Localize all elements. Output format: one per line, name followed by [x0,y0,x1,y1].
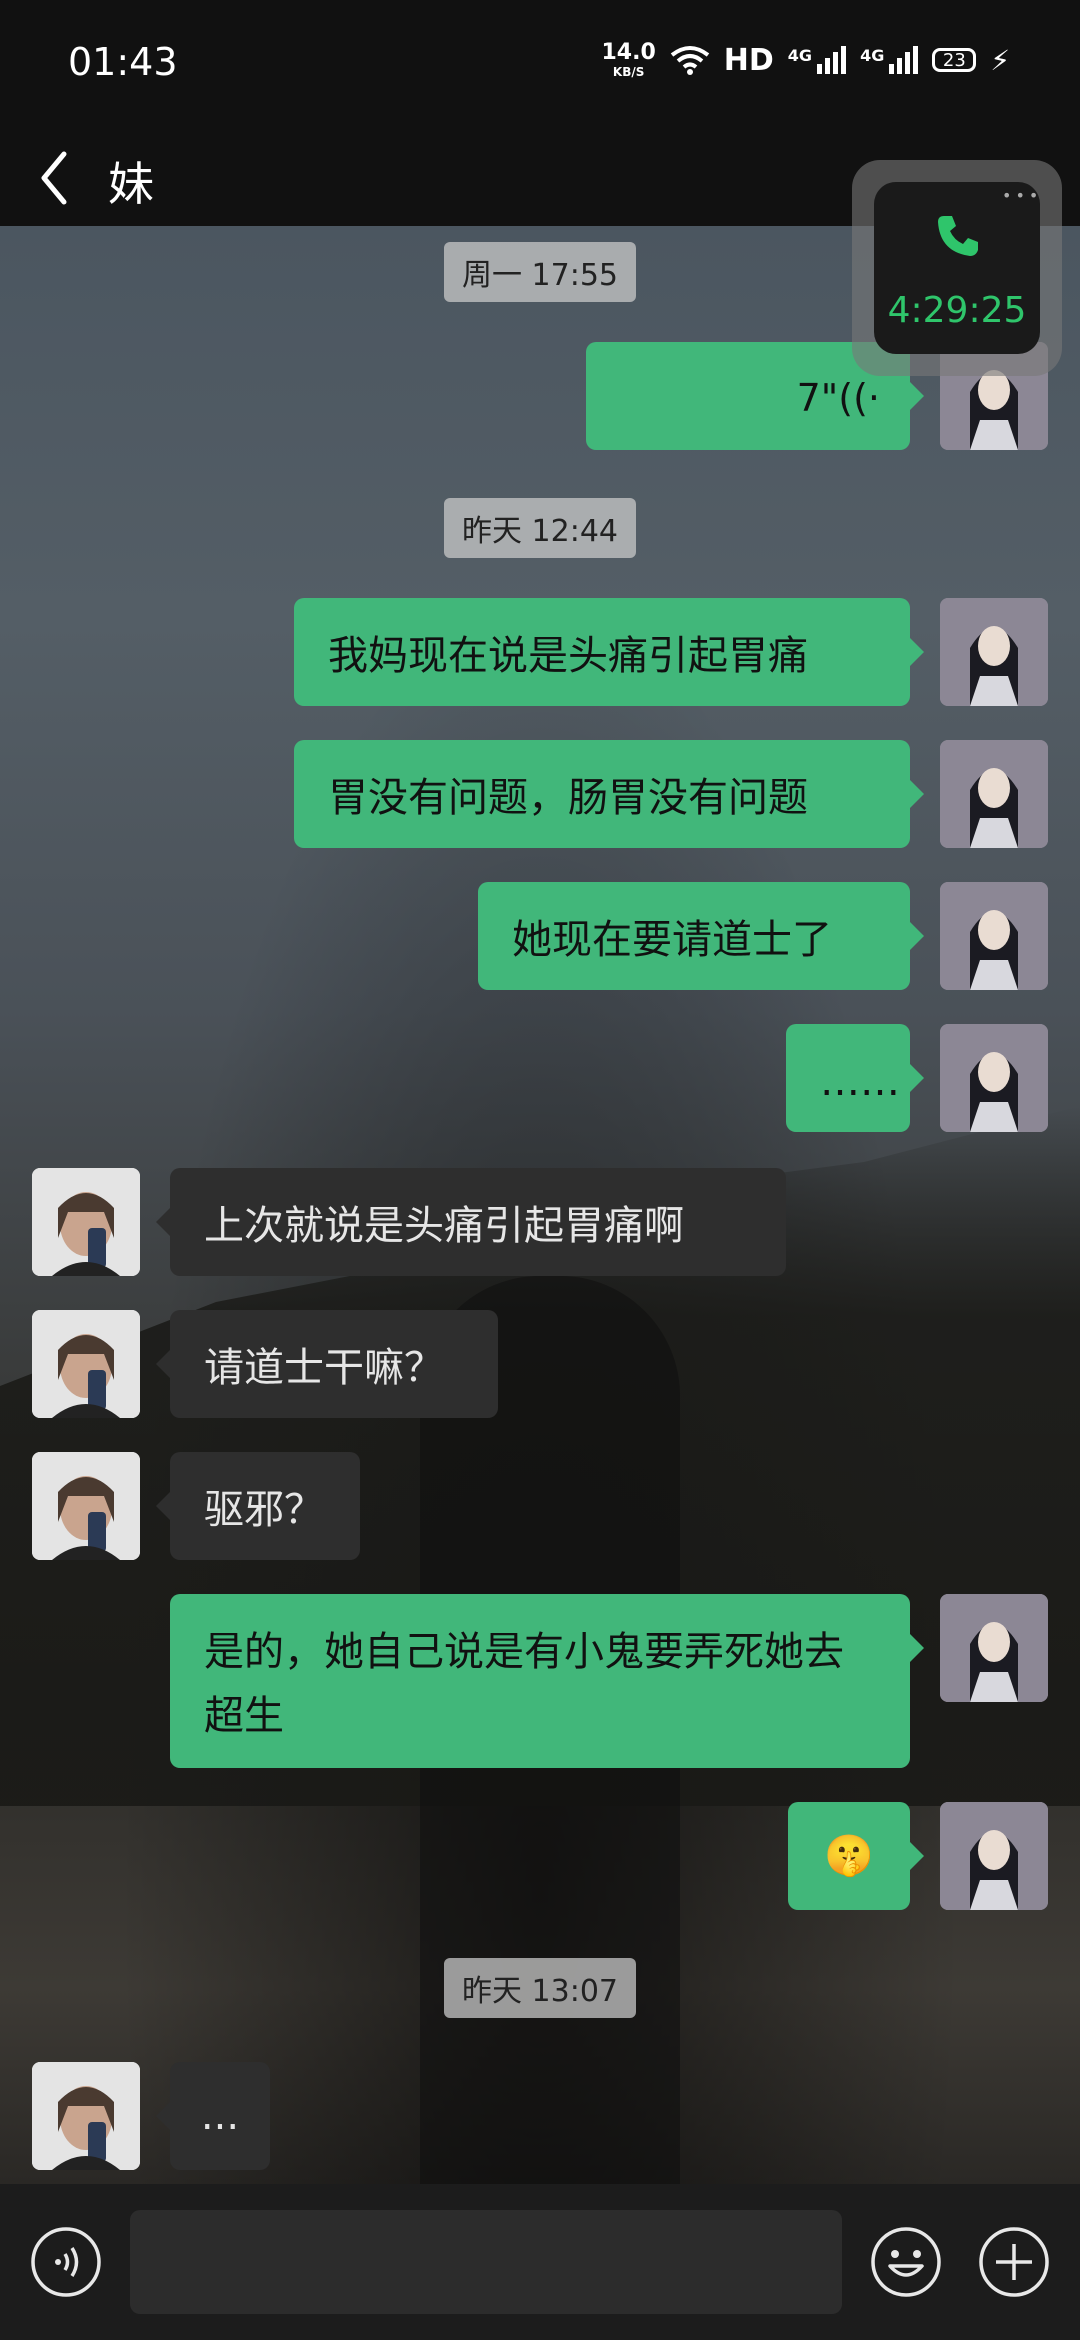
hd-indicator: HD [723,42,774,78]
battery-icon: 23 [932,48,977,72]
voice-wave-icon: ((· [838,376,880,420]
avatar[interactable] [940,740,1048,848]
message-bubble[interactable]: 胃没有问题，肠胃没有问题 [294,740,924,848]
plus-icon[interactable] [976,2224,1052,2300]
avatar-image [32,1168,140,1276]
avatar[interactable] [32,2062,140,2170]
message-bubble[interactable]: 我妈现在说是头痛引起胃痛 [294,598,924,706]
message-input[interactable] [130,2210,842,2314]
avatar-image [32,1452,140,1560]
battery-level: 23 [942,49,966,71]
input-bar [0,2184,1080,2340]
avatar[interactable] [940,882,1048,990]
network-speed-unit: KB/S [612,65,645,79]
avatar-image [940,1594,1048,1702]
avatar-image [940,598,1048,706]
voice-duration: 7"((· [797,366,880,430]
message-bubble[interactable]: 是的，她自己说是有小鬼要弄死她去超生 [170,1594,924,1768]
network-type-1: 4G [787,46,813,65]
network-type-2: 4G [860,46,885,65]
avatar-image [940,740,1048,848]
timestamp: 周一 17:55 [444,242,636,302]
message-bubble[interactable]: 她现在要请道士了 [478,882,924,990]
floating-call-inner[interactable]: ••• 4:29:25 [874,182,1040,354]
drag-handle-icon[interactable]: ••• [1002,186,1042,205]
timestamp: 昨天 13:07 [444,1958,636,2018]
network-speed-value: 14.0 [601,40,656,65]
message-bubble[interactable]: 请道士干嘛？ [156,1310,498,1418]
message-bubble[interactable]: ... [156,2062,270,2170]
avatar-image [32,2062,140,2170]
avatar-image [940,1024,1048,1132]
signal-icon-2: 4G [860,46,919,74]
status-bar: 01:43 14.0 KB/S HD 4G 4G 23 ⚡ [0,0,1080,130]
emoji-message-bubble[interactable]: 🤫 [788,1802,924,1910]
avatar[interactable] [940,1802,1048,1910]
voice-icon[interactable] [28,2224,104,2300]
chat-title: 妹 [108,157,154,211]
floating-call-window[interactable]: ••• 4:29:25 [852,160,1062,376]
signal-icon-1: 4G [787,46,847,74]
status-time: 01:43 [68,40,178,84]
avatar-image [940,1802,1048,1910]
network-speed: 14.0 KB/S [601,40,656,79]
avatar[interactable] [32,1452,140,1560]
charging-icon: ⚡ [990,43,1010,77]
wifi-icon [670,46,710,75]
avatar[interactable] [32,1168,140,1276]
chat-area[interactable]: 周一 17:55 7"((· 昨天 12:44 我妈现在说是头痛引起胃痛 胃没有… [0,226,1080,2184]
back-icon[interactable] [30,138,82,218]
message-bubble[interactable]: 驱邪？ [156,1452,360,1560]
avatar[interactable] [32,1310,140,1418]
timestamp: 昨天 12:44 [444,498,636,558]
message-bubble[interactable]: 上次就说是头痛引起胃痛啊 [156,1168,786,1276]
call-duration: 4:29:25 [887,290,1027,331]
avatar[interactable] [940,1024,1048,1132]
avatar[interactable] [940,1594,1048,1702]
emoji-icon[interactable] [868,2224,944,2300]
avatar-image [940,882,1048,990]
shush-emoji-icon: 🤫 [824,1833,874,1879]
message-bubble[interactable]: …… [786,1024,924,1132]
avatar-image [32,1310,140,1418]
voice-duration-text: 7" [796,376,839,420]
status-icons: 14.0 KB/S HD 4G 4G 23 ⚡ [601,40,1011,79]
avatar[interactable] [940,598,1048,706]
phone-icon [938,216,978,256]
